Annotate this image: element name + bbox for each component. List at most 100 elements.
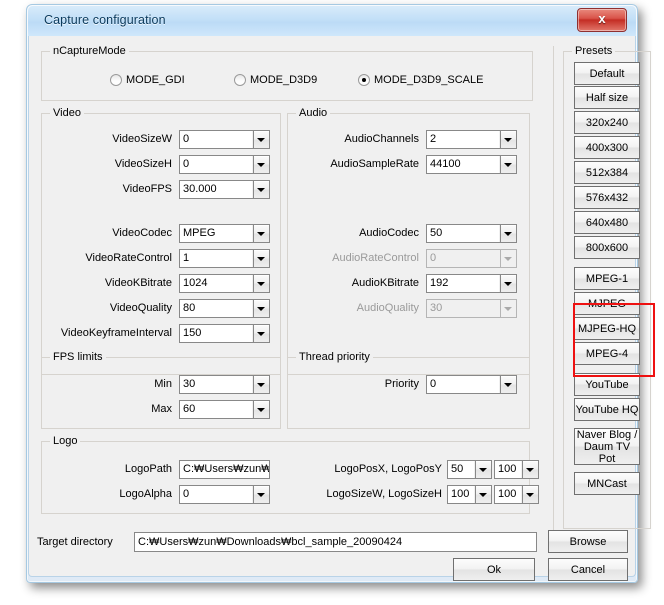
combo-value: 0 [427, 376, 499, 393]
chevron-down-icon[interactable] [252, 181, 269, 198]
label-audiosamplerate: AudioSampleRate [288, 158, 419, 170]
preset-button-320x240[interactable]: 320x240 [574, 111, 640, 134]
chevron-down-icon [499, 300, 516, 317]
chevron-down-icon[interactable] [252, 401, 269, 418]
combo-value: 100 [495, 486, 521, 503]
preset-button-mpeg-4[interactable]: MPEG-4 [574, 342, 640, 365]
chevron-down-icon[interactable] [474, 486, 491, 503]
combo-fps-min[interactable]: 30 [179, 375, 270, 394]
group-audio: Audio AudioChannels 2 AudioSampleRate 44… [287, 113, 530, 375]
preset-button-512x384[interactable]: 512x384 [574, 161, 640, 184]
label-fps-max: Max [42, 403, 172, 415]
target-directory-input[interactable]: C:₩Users₩zun₩Downloads₩bcl_sample_200904… [134, 532, 537, 552]
preset-button-mncast[interactable]: MNCast [574, 472, 640, 495]
radio-indicator [234, 74, 246, 86]
radio-mode-d3d9[interactable]: MODE_D3D9 [234, 74, 317, 87]
label-audiocodec: AudioCodec [288, 227, 419, 239]
combo-videocodec[interactable]: MPEG [179, 224, 270, 243]
combo-logoalpha[interactable]: 0 [179, 485, 270, 504]
radio-mode-d3d9-scale[interactable]: MODE_D3D9_SCALE [358, 74, 483, 87]
preset-button-mjpeg[interactable]: MJPEG [574, 292, 640, 315]
group-label-presets: Presets [572, 45, 615, 57]
preset-button-default[interactable]: Default [574, 62, 640, 85]
preset-button-576x432[interactable]: 576x432 [574, 186, 640, 209]
ok-button[interactable]: Ok [453, 558, 535, 581]
browse-button[interactable]: Browse [548, 530, 628, 553]
combo-audiosamplerate[interactable]: 44100 [426, 155, 517, 174]
combo-fps-max[interactable]: 60 [179, 400, 270, 419]
preset-button-640x480[interactable]: 640x480 [574, 211, 640, 234]
combo-videoratecontrol[interactable]: 1 [179, 249, 270, 268]
combo-videosizew[interactable]: 0 [179, 130, 270, 149]
label-logopos: LogoPosX, LogoPosY [287, 463, 442, 475]
chevron-down-icon[interactable] [252, 156, 269, 173]
chevron-down-icon[interactable] [521, 486, 538, 503]
combo-audiochannels[interactable]: 2 [426, 130, 517, 149]
logopath-input[interactable]: C:₩Users₩zun₩ [179, 460, 270, 479]
combo-videofps[interactable]: 30.000 [179, 180, 270, 199]
chevron-down-icon[interactable] [474, 461, 491, 478]
combo-value: 0 [180, 131, 252, 148]
chevron-down-icon[interactable] [252, 250, 269, 267]
chevron-down-icon[interactable] [252, 225, 269, 242]
chevron-down-icon[interactable] [499, 275, 516, 292]
title-bar: Capture configuration x [28, 6, 636, 36]
combo-logoposy[interactable]: 100 [494, 460, 539, 479]
radio-label: MODE_D3D9 [250, 74, 317, 86]
radio-label: MODE_D3D9_SCALE [374, 74, 483, 86]
combo-audiocodec[interactable]: 50 [426, 224, 517, 243]
chevron-down-icon[interactable] [252, 486, 269, 503]
combo-value: 1 [180, 250, 252, 267]
preset-button-mpeg-1[interactable]: MPEG-1 [574, 267, 640, 290]
combo-logosizeh[interactable]: 100 [494, 485, 539, 504]
combo-videokeyframeinterval[interactable]: 150 [179, 324, 270, 343]
label-videoratecontrol: VideoRateControl [42, 252, 172, 264]
combo-value: 0 [180, 156, 252, 173]
panel-divider [553, 46, 554, 546]
chevron-down-icon[interactable] [252, 131, 269, 148]
chevron-down-icon[interactable] [499, 131, 516, 148]
close-button[interactable]: x [577, 8, 627, 32]
chevron-down-icon[interactable] [499, 156, 516, 173]
chevron-down-icon[interactable] [499, 225, 516, 242]
chevron-down-icon[interactable] [252, 275, 269, 292]
chevron-down-icon[interactable] [252, 325, 269, 342]
group-label-video: Video [50, 107, 84, 119]
combo-logosizew[interactable]: 100 [447, 485, 492, 504]
combo-value: 192 [427, 275, 499, 292]
label-videosizeh: VideoSizeH [42, 158, 172, 170]
label-logosize: LogoSizeW, LogoSizeH [287, 488, 442, 500]
combo-value: 60 [180, 401, 252, 418]
capture-configuration-window: Capture configuration x nCaptureMode MOD… [26, 4, 638, 583]
label-audioquality: AudioQuality [288, 302, 419, 314]
combo-priority[interactable]: 0 [426, 375, 517, 394]
preset-button-half-size[interactable]: Half size [574, 86, 640, 109]
preset-button-youtube-hq[interactable]: YouTube HQ [574, 398, 640, 421]
combo-videokbitrate[interactable]: 1024 [179, 274, 270, 293]
preset-button-youtube[interactable]: YouTube [574, 373, 640, 396]
group-video: Video VideoSizeW 0 VideoSizeH 0 VideoFPS… [41, 113, 281, 375]
radio-mode-gdi[interactable]: MODE_GDI [110, 74, 185, 87]
group-thread-priority: Thread priority Priority 0 [287, 357, 530, 429]
combo-logoposx[interactable]: 50 [447, 460, 492, 479]
label-audiochannels: AudioChannels [288, 133, 419, 145]
group-label-fps-limits: FPS limits [50, 351, 106, 363]
combo-audiokbitrate[interactable]: 192 [426, 274, 517, 293]
preset-button-800x600[interactable]: 800x600 [574, 236, 640, 259]
preset-button-naver-blog-daum-tv-pot[interactable]: Naver Blog / Daum TV Pot [574, 428, 640, 465]
combo-videoquality[interactable]: 80 [179, 299, 270, 318]
chevron-down-icon[interactable] [521, 461, 538, 478]
chevron-down-icon[interactable] [499, 376, 516, 393]
label-logopath: LogoPath [42, 463, 172, 475]
chevron-down-icon[interactable] [252, 376, 269, 393]
preset-button-400x300[interactable]: 400x300 [574, 136, 640, 159]
label-videokbitrate: VideoKBitrate [42, 277, 172, 289]
chevron-down-icon[interactable] [252, 300, 269, 317]
close-icon: x [578, 11, 626, 26]
label-videocodec: VideoCodec [42, 227, 172, 239]
combo-videosizeh[interactable]: 0 [179, 155, 270, 174]
combo-value: 80 [180, 300, 252, 317]
cancel-button[interactable]: Cancel [548, 558, 628, 581]
combo-value: 100 [495, 461, 521, 478]
preset-button-mjpeg-hq[interactable]: MJPEG-HQ [574, 317, 640, 340]
